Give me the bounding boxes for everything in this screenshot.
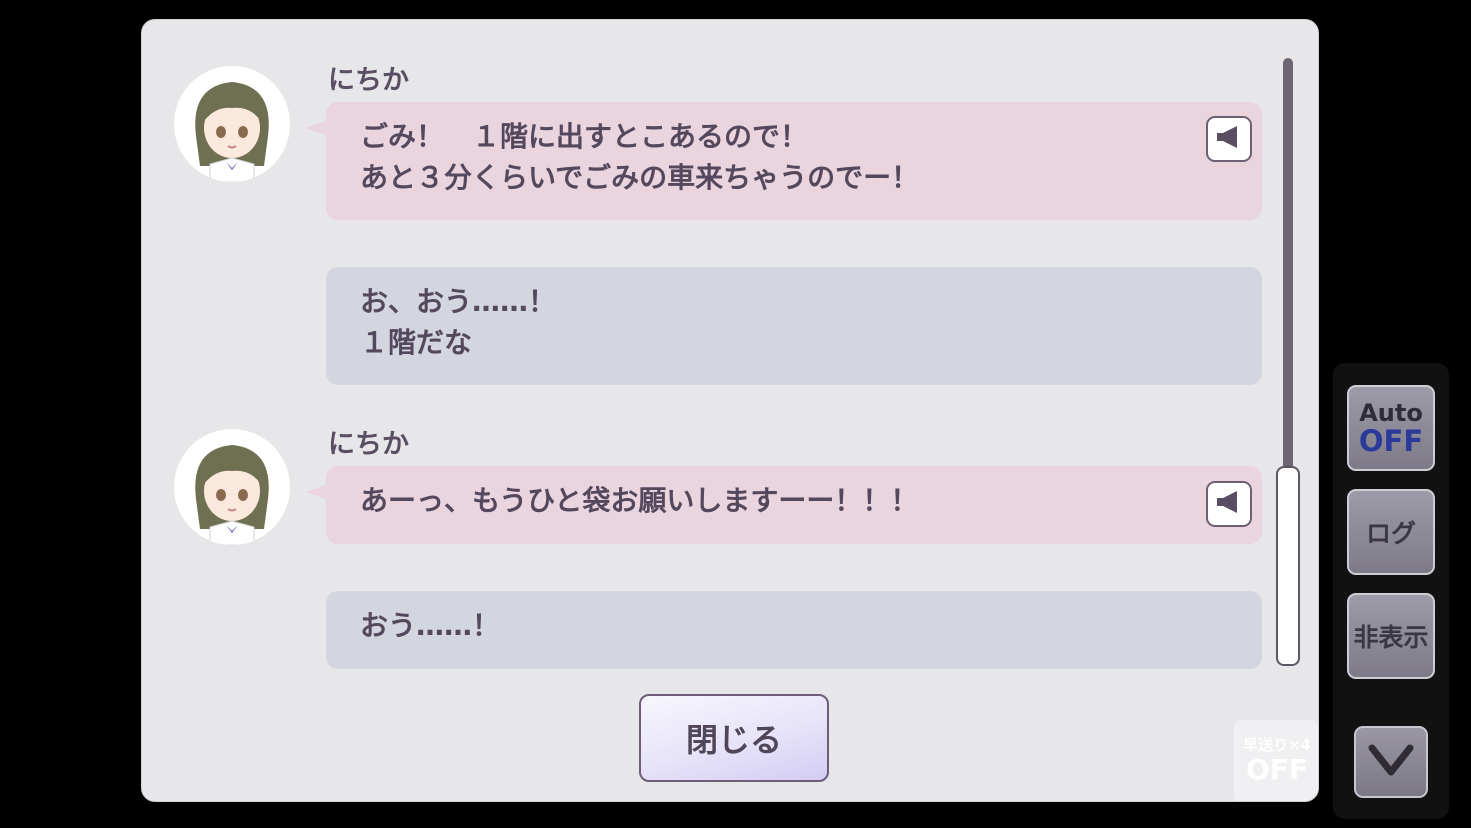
message-line: あーっ、もうひと袋お願いしますーー！！！: [360, 484, 919, 517]
hide-button[interactable]: 非表示: [1347, 593, 1435, 679]
close-button[interactable]: 閉じる: [639, 694, 829, 782]
scrollbar-thumb[interactable]: [1276, 466, 1300, 666]
message-bubble: あーっ、もうひと袋お願いしますーー！！！: [306, 466, 1262, 544]
speaker-name: にちか: [328, 65, 409, 96]
voice-replay-button[interactable]: [1206, 481, 1252, 527]
chevron-down-icon: [1368, 742, 1414, 782]
collapse-menu-button[interactable]: [1354, 726, 1428, 798]
nichika-avatar: [174, 66, 290, 182]
log-button[interactable]: ログ: [1347, 489, 1435, 575]
voice-replay-button[interactable]: [1206, 116, 1252, 162]
message-line: お、おう……！: [360, 285, 557, 318]
message-line: ごみ！ １階に出すとこあるので！: [360, 120, 809, 153]
hide-label: 非表示: [1353, 623, 1429, 652]
fast-forward-label: 早送り×4: [1242, 736, 1311, 754]
log-label: ログ: [1365, 519, 1416, 548]
log-dialog: にちか ごみ！ １階に出すとこあるので！ あと３分くらいでごみの車来ちゃうのでー…: [141, 19, 1319, 802]
bubble-tail: [306, 120, 328, 136]
message-bubble: おう……！: [326, 591, 1262, 669]
auto-state: OFF: [1358, 423, 1424, 458]
auto-button[interactable]: Auto OFF: [1347, 385, 1435, 471]
voice-replay-icon: [1215, 484, 1243, 525]
message-line: おう……！: [360, 609, 501, 642]
bubble-tail: [306, 484, 328, 500]
auto-label: Auto: [1359, 398, 1423, 427]
message-bubble: ごみ！ １階に出すとこあるので！ あと３分くらいでごみの車来ちゃうのでー！: [306, 102, 1262, 220]
fast-forward-button[interactable]: 早送り×4 OFF: [1234, 720, 1318, 801]
message-line: １階だな: [360, 326, 473, 359]
voice-replay-icon: [1215, 119, 1243, 160]
fast-forward-state: OFF: [1245, 753, 1309, 786]
message-line: あと３分くらいでごみの車来ちゃうのでー！: [360, 161, 920, 194]
nichika-avatar: [174, 429, 290, 545]
speaker-name: にちか: [328, 429, 409, 460]
message-bubble: お、おう……！ １階だな: [326, 267, 1262, 385]
